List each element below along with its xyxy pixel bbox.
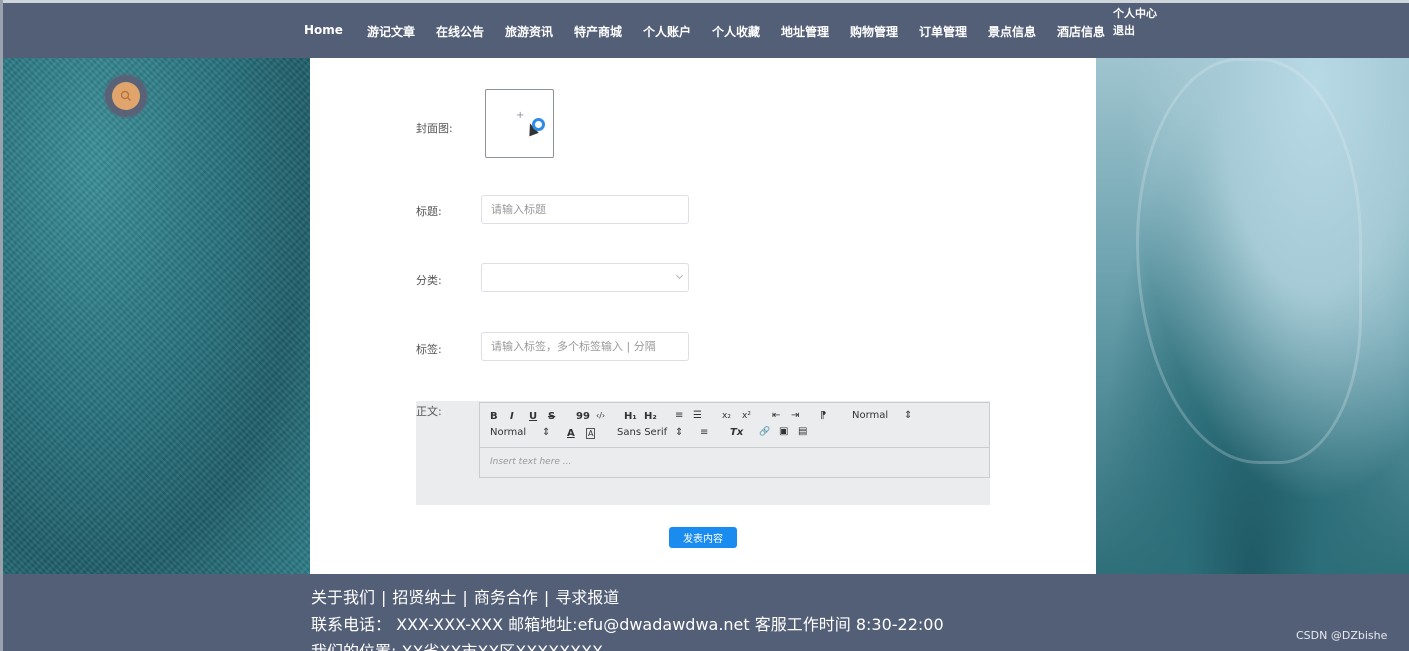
underline-button[interactable]: U <box>529 411 537 422</box>
italic-button[interactable]: I <box>510 411 514 422</box>
watermark: CSDN @DZbishe <box>1296 629 1388 642</box>
footer-link-careers[interactable]: 招贤纳士 <box>392 588 456 607</box>
blockquote-button[interactable]: 99 <box>576 411 590 422</box>
nav-item-orders[interactable]: 订单管理 <box>919 23 967 40</box>
h2-button[interactable]: H₂ <box>644 411 657 422</box>
footer-separator: | <box>381 588 387 607</box>
background-color-button[interactable]: A <box>586 428 596 439</box>
font-select-arrows-icon: ⇕ <box>675 427 684 438</box>
loading-ring-icon <box>532 118 545 131</box>
footer-separator: | <box>462 588 468 607</box>
align-button[interactable]: ≡ <box>700 427 708 438</box>
ordered-list-button[interactable]: ≡ <box>675 410 683 421</box>
tags-label: 标签: <box>416 343 442 356</box>
subscript-button[interactable]: x₂ <box>722 411 731 421</box>
title-input[interactable]: 请输入标题 <box>481 195 689 224</box>
nav-item-favorites[interactable]: 个人收藏 <box>712 23 760 40</box>
footer-separator: | <box>543 588 550 607</box>
rtl-button[interactable]: ⁋ <box>820 410 826 421</box>
link-button[interactable]: 🔗 <box>759 427 770 437</box>
size-select[interactable]: Normal <box>852 410 888 421</box>
header-select-arrows-icon: ⇕ <box>542 427 551 438</box>
top-navbar: Home 游记文章 在线公告 旅游资讯 特产商城 个人账户 个人收藏 地址管理 … <box>3 3 1409 58</box>
size-select-arrows-icon: ⇕ <box>904 410 913 421</box>
bold-button[interactable]: B <box>490 411 498 422</box>
user-menu: 个人中心 退出 <box>1113 5 1157 39</box>
color-button[interactable]: A <box>567 428 575 439</box>
footer-contact: 联系电话： XXX-XXX-XXX 邮箱地址:efu@dwadawdwa.net… <box>311 615 944 634</box>
editor-toolbar: B I U S 99 ‹/› H₁ H₂ ≡ ☰ x₂ x² ⇤ ⇥ ⁋ Nor… <box>480 403 989 448</box>
nav-item-personal-account[interactable]: 个人账户 <box>643 23 691 40</box>
content-label: 正文: <box>416 405 442 418</box>
footer-address: 我们的位置: XX省XX市XX区XXXXXXXX <box>311 638 603 651</box>
cover-label: 封面图: <box>416 122 453 135</box>
nav-item-hotels[interactable]: 酒店信息 <box>1057 23 1105 40</box>
h1-button[interactable]: H₁ <box>624 411 637 422</box>
bullet-list-button[interactable]: ☰ <box>693 410 702 421</box>
nav-item-announcements[interactable]: 在线公告 <box>436 23 484 40</box>
footer: 关于我们 | 招贤纳士 | 商务合作 | 寻求报道 联系电话： XXX-XXX-XXX 邮箱… <box>3 574 1409 651</box>
strike-button[interactable]: S <box>548 411 555 422</box>
superscript-button[interactable]: x² <box>742 411 751 421</box>
tags-input[interactable]: 请输入标签，多个标签输入 | 分隔 <box>481 332 689 361</box>
nav-item-travel-articles[interactable]: 游记文章 <box>367 23 415 40</box>
indent-button[interactable]: ⇥ <box>791 410 799 421</box>
nav-item-attractions[interactable]: 景点信息 <box>988 23 1036 40</box>
cover-upload[interactable]: + <box>485 89 554 158</box>
category-select[interactable] <box>481 263 689 292</box>
editor-content-area[interactable]: Insert text here ... <box>490 457 571 467</box>
background-right-panel <box>1096 58 1409 574</box>
search-icon <box>120 90 131 101</box>
video-button[interactable]: ▤ <box>798 426 807 437</box>
logout-link[interactable]: 退出 <box>1113 22 1157 39</box>
code-button[interactable]: ‹/› <box>596 411 605 420</box>
search-badge <box>112 82 140 110</box>
category-label: 分类: <box>416 274 442 287</box>
background-left-panel <box>3 58 310 574</box>
plus-icon: + <box>516 110 525 121</box>
content-section: 正文: B I U S 99 ‹/› H₁ H₂ ≡ ☰ x₂ x² ⇤ ⇥ ⁋… <box>416 401 990 505</box>
footer-link-about[interactable]: 关于我们 <box>311 588 375 607</box>
nav-menu: Home 游记文章 在线公告 旅游资讯 特产商城 个人账户 个人收藏 地址管理 … <box>3 3 1409 58</box>
rich-text-editor: B I U S 99 ‹/› H₁ H₂ ≡ ☰ x₂ x² ⇤ ⇥ ⁋ Nor… <box>479 402 990 478</box>
nav-item-home[interactable]: Home <box>304 23 343 37</box>
user-center-link[interactable]: 个人中心 <box>1113 5 1157 22</box>
header-select[interactable]: Normal <box>490 427 526 438</box>
footer-links: 关于我们 | 招贤纳士 | 商务合作 | 寻求报道 <box>311 584 619 608</box>
submit-button[interactable]: 发表内容 <box>669 527 737 548</box>
nav-item-travel-news[interactable]: 旅游资讯 <box>505 23 553 40</box>
floating-search-button[interactable] <box>105 75 147 117</box>
title-label: 标题: <box>416 205 442 218</box>
chevron-down-icon <box>675 271 684 280</box>
nav-item-specialty-mall[interactable]: 特产商城 <box>574 23 622 40</box>
footer-link-business[interactable]: 商务合作 <box>474 588 538 607</box>
image-button[interactable]: ▣ <box>779 426 788 437</box>
main-form-panel: 封面图: + 标题: 请输入标题 分类: 标签: 请输入标签，多个标签输入 | … <box>310 58 1096 574</box>
clean-format-button[interactable]: Tx <box>730 427 743 438</box>
nav-item-address[interactable]: 地址管理 <box>781 23 829 40</box>
nav-item-shopping[interactable]: 购物管理 <box>850 23 898 40</box>
footer-link-press[interactable]: 寻求报道 <box>555 588 619 607</box>
outdent-button[interactable]: ⇤ <box>772 410 780 421</box>
font-select[interactable]: Sans Serif <box>617 427 667 438</box>
